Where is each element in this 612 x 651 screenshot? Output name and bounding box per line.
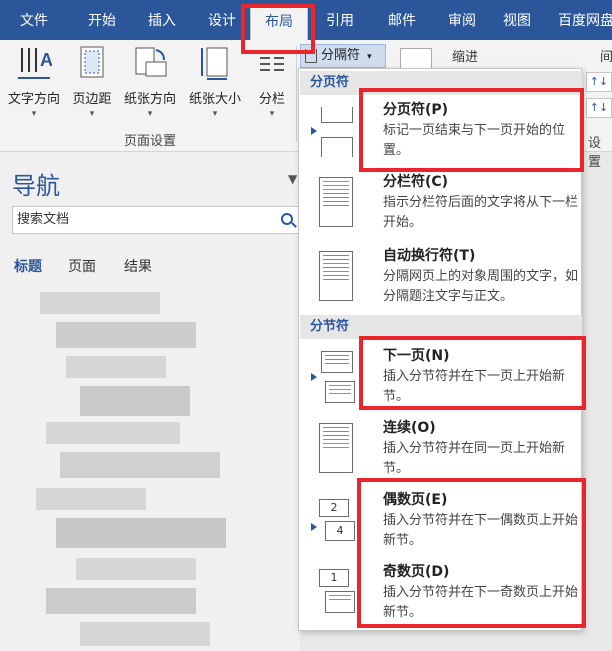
- orientation-icon: [132, 44, 168, 82]
- nav-tab-headings[interactable]: 标题: [14, 256, 42, 276]
- menu-item-desc: 分隔网页上的对象周围的文字，如分隔题注文字与正文。: [383, 269, 579, 304]
- text-direction-icon: A: [16, 44, 53, 82]
- paper-size-icon: [197, 44, 233, 82]
- chevron-down-icon: ▾: [212, 109, 218, 119]
- svg-text:A: A: [40, 50, 52, 70]
- chevron-down-icon: ▾: [31, 109, 37, 119]
- chevron-down-icon: ▾: [269, 109, 275, 119]
- highlight-layout-tab: [241, 4, 315, 54]
- text-wrapping-icon: [311, 249, 357, 301]
- chevron-down-icon: ▾: [147, 109, 153, 119]
- orientation-label: 纸张方向: [123, 92, 176, 107]
- menu-item-desc: 指示分栏符后面的文字将从下一栏开始。: [383, 195, 579, 230]
- margins-button[interactable]: 页边距 ▾: [66, 44, 118, 128]
- tab-references[interactable]: 引用: [312, 0, 368, 40]
- nav-search-input[interactable]: 搜索文档: [12, 206, 300, 234]
- nav-search-placeholder: 搜索文档: [17, 212, 70, 227]
- menu-item-title: 连续(O): [383, 420, 436, 436]
- continuous-icon: [311, 421, 357, 473]
- tab-file[interactable]: 文件: [8, 0, 60, 40]
- highlight-next-page: [359, 336, 586, 410]
- chevron-down-icon[interactable]: ▼: [288, 172, 297, 186]
- spacing-before-spinner[interactable]: ↑↓: [586, 72, 612, 92]
- next-page-icon: [311, 349, 357, 403]
- highlight-even-odd-page: [357, 478, 586, 628]
- column-break-icon: [311, 175, 357, 227]
- chevron-down-icon: ▾: [367, 52, 372, 62]
- word-window: 文件 开始 插入 设计 布局 引用 邮件 审阅 视图 百度网盘 A 文字方向 ▾…: [0, 0, 612, 651]
- nav-tab-results[interactable]: 结果: [124, 256, 152, 276]
- margins-label: 页边距: [72, 92, 112, 107]
- page-break-icon: [311, 103, 357, 157]
- group-divider: [296, 46, 297, 142]
- orientation-button[interactable]: 纸张方向 ▾: [118, 44, 182, 128]
- nav-title: 导航: [12, 172, 60, 200]
- tab-baidu-netdisk[interactable]: 百度网盘: [550, 0, 612, 40]
- size-button[interactable]: 纸张大小 ▾: [182, 44, 248, 128]
- text-direction-label: 文字方向: [7, 92, 60, 107]
- highlight-page-break: [359, 88, 584, 172]
- odd-page-icon: 1: [311, 565, 357, 617]
- even-page-icon: 2 4: [311, 493, 357, 545]
- menu-item-title: 自动换行符(T): [383, 248, 476, 264]
- margins-icon: [74, 44, 110, 82]
- page-setup-group-label: 页面设置: [123, 134, 176, 149]
- menu-item-continuous[interactable]: 连续(O) 插入分节符并在同一页上开始新节。: [299, 413, 583, 485]
- menu-item-column-break[interactable]: 分栏符(C) 指示分栏符后面的文字将从下一栏开始。: [299, 167, 583, 239]
- chevron-down-icon: ▾: [89, 109, 95, 119]
- columns-button[interactable]: 分栏 ▾: [252, 44, 292, 128]
- paragraph-group-label: 设置: [588, 136, 602, 170]
- tab-home[interactable]: 开始: [74, 0, 130, 40]
- spacing-label: 间: [600, 50, 612, 65]
- menu-item-title: 分栏符(C): [383, 174, 449, 190]
- spacing-after-spinner[interactable]: ↑↓: [586, 98, 612, 118]
- breaks-label: 分隔符: [321, 48, 361, 63]
- navigation-pane: 导航 ▼ 搜索文档 标题 页面 结果: [0, 152, 300, 651]
- tab-mailings[interactable]: 邮件: [374, 0, 430, 40]
- indent-label: 缩进: [452, 50, 479, 65]
- columns-label: 分栏: [258, 92, 285, 107]
- blurred-heading-list: [36, 282, 236, 651]
- menu-item-desc: 插入分节符并在同一页上开始新节。: [383, 441, 566, 476]
- tab-view[interactable]: 视图: [490, 0, 544, 40]
- size-label: 纸张大小: [188, 92, 241, 107]
- tab-review[interactable]: 审阅: [434, 0, 490, 40]
- tab-insert[interactable]: 插入: [134, 0, 190, 40]
- search-icon[interactable]: [281, 213, 293, 225]
- nav-tab-pages[interactable]: 页面: [68, 256, 96, 276]
- menu-item-text-wrapping-break[interactable]: 自动换行符(T) 分隔网页上的对象周围的文字，如分隔题注文字与正文。: [299, 241, 583, 313]
- text-direction-button[interactable]: A 文字方向 ▾: [2, 44, 66, 128]
